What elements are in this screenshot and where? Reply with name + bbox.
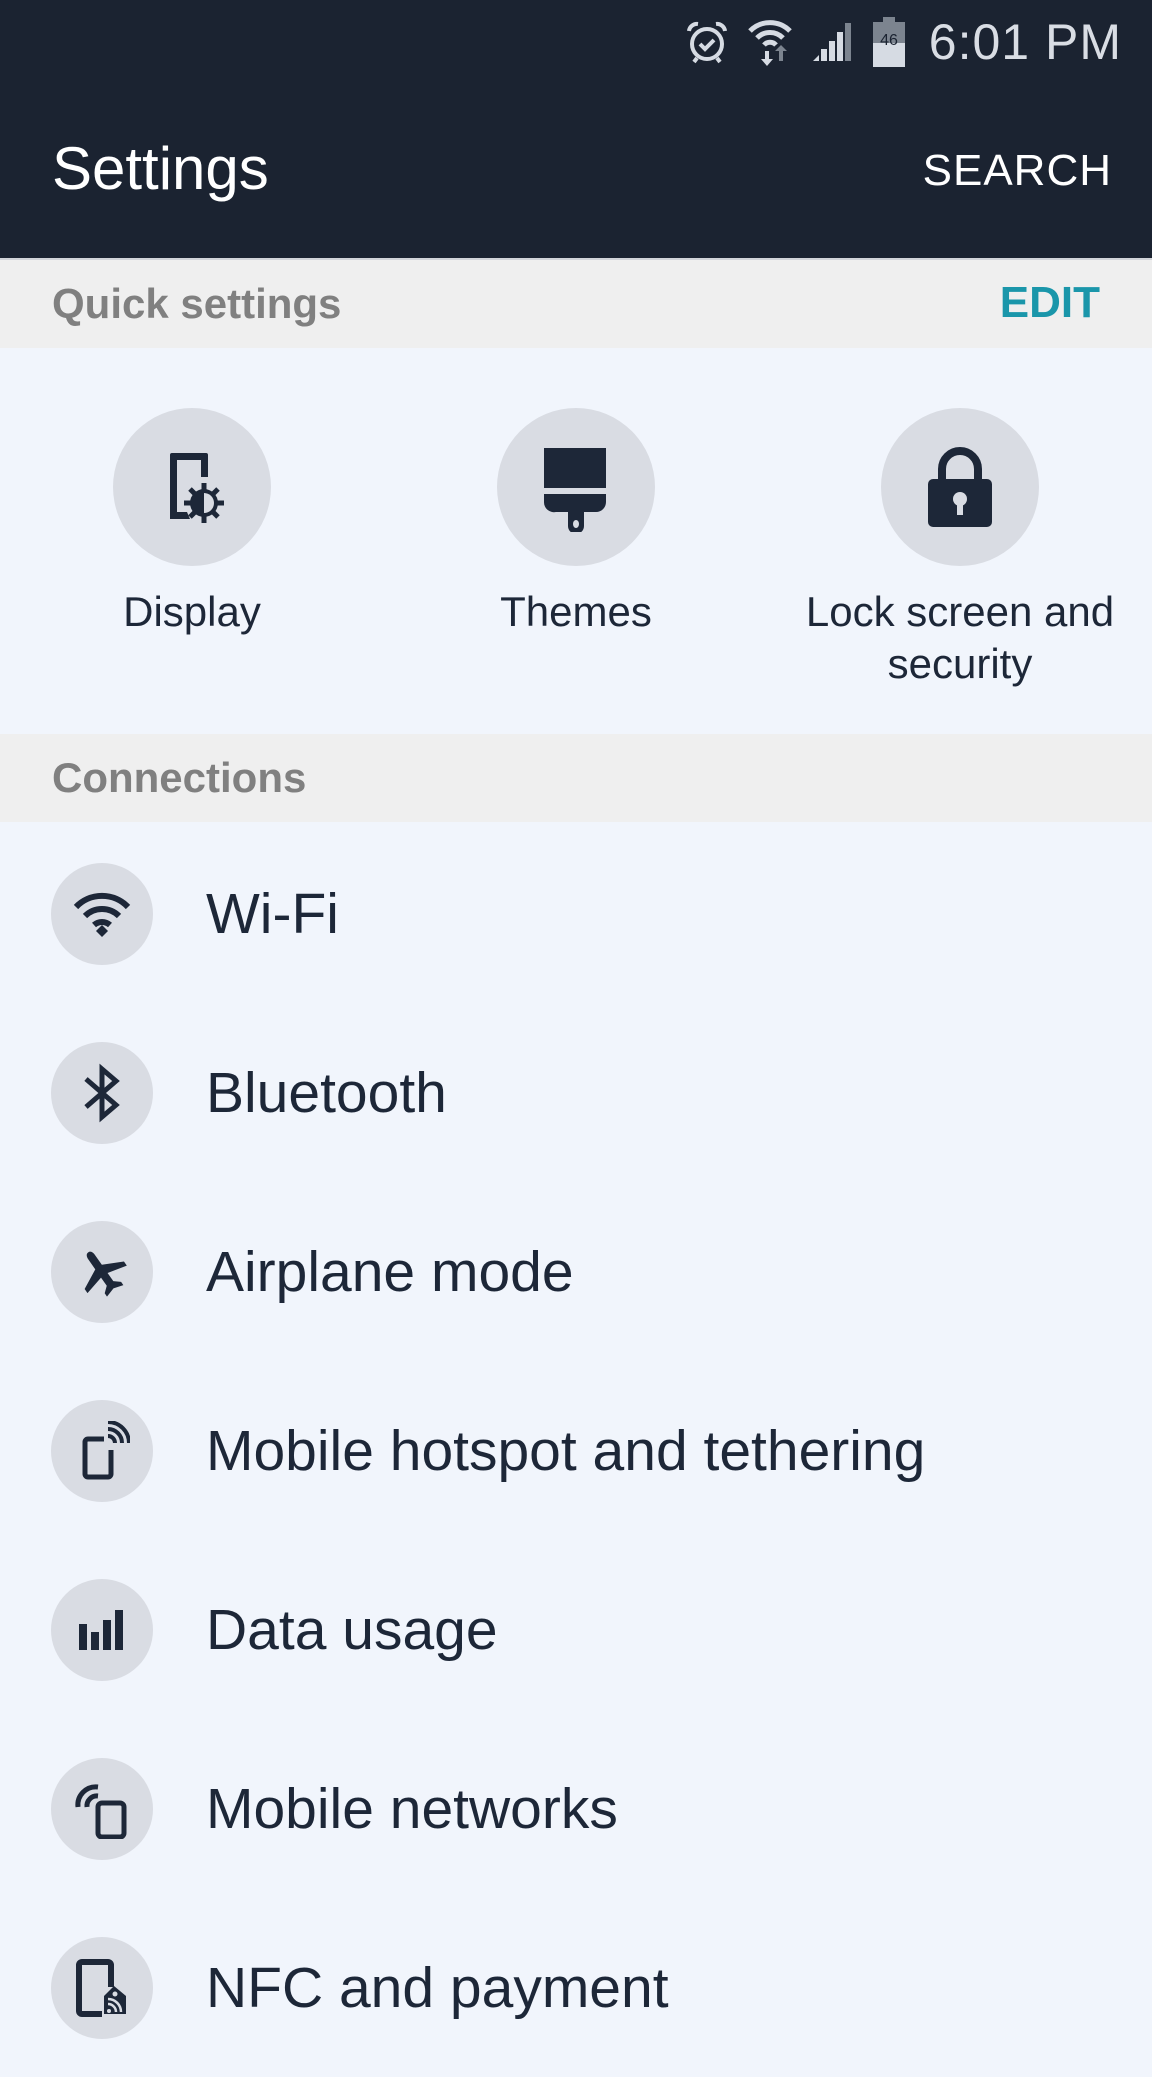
nfc-icon xyxy=(76,1958,126,2017)
quick-setting-label: Display xyxy=(123,588,261,635)
edit-button[interactable]: EDIT xyxy=(1000,278,1100,328)
quick-setting-label: Lock screen and security xyxy=(805,588,1115,687)
quick-setting-themes[interactable]: Themes xyxy=(384,408,768,638)
list-item-label: Bluetooth xyxy=(206,1060,447,1125)
quick-setting-lock-screen[interactable]: Lock screen and security xyxy=(768,408,1152,690)
mobile-networks-icon xyxy=(75,1783,127,1839)
list-item-mobile-hotspot[interactable]: Mobile hotspot and tethering xyxy=(0,1361,1152,1540)
list-item-airplane-mode[interactable]: Airplane mode xyxy=(0,1182,1152,1361)
list-item-bluetooth[interactable]: Bluetooth xyxy=(0,1003,1152,1182)
icon-circle xyxy=(51,1757,153,1860)
list-item-data-usage[interactable]: Data usage xyxy=(0,1540,1152,1719)
icon-circle xyxy=(51,1936,153,2039)
quick-setting-display[interactable]: Display xyxy=(0,408,384,638)
icon-circle xyxy=(51,1220,153,1323)
battery-icon: 46 xyxy=(872,17,905,67)
search-button[interactable]: SEARCH xyxy=(923,146,1112,196)
list-item-label: Wi-Fi xyxy=(206,881,339,946)
icon-circle xyxy=(881,408,1039,566)
status-time: 6:01 PM xyxy=(928,14,1122,70)
lock-icon xyxy=(928,447,992,527)
list-item-wifi[interactable]: Wi-Fi xyxy=(0,824,1152,1003)
quick-setting-label: Themes xyxy=(500,588,652,635)
bluetooth-icon xyxy=(84,1063,120,1122)
paintbrush-icon xyxy=(543,448,606,532)
icon-circle xyxy=(51,1578,153,1681)
list-item-label: Mobile networks xyxy=(206,1776,618,1841)
icon-circle xyxy=(51,1041,153,1144)
icon-circle xyxy=(113,408,271,566)
svg-text:46: 46 xyxy=(880,32,898,49)
cellular-signal-icon xyxy=(812,23,851,61)
page-title: Settings xyxy=(52,135,269,202)
icon-circle xyxy=(51,1399,153,1502)
list-item-label: Airplane mode xyxy=(206,1239,574,1304)
alarm-icon xyxy=(686,21,727,64)
list-item-label: NFC and payment xyxy=(206,1955,669,2020)
hotspot-icon xyxy=(82,1420,130,1479)
airplane-icon xyxy=(84,1251,127,1297)
wifi-icon xyxy=(73,892,131,937)
section-label: Connections xyxy=(52,754,307,801)
quick-settings-header: Quick settings EDIT xyxy=(0,258,1152,348)
icon-circle xyxy=(497,408,655,566)
list-item-nfc[interactable]: NFC and payment xyxy=(0,1898,1152,2077)
wifi-data-icon xyxy=(747,20,792,66)
app-header: 46 6:01 PM Settings SEARCH xyxy=(0,0,1152,258)
display-settings-icon xyxy=(170,453,224,523)
data-usage-icon xyxy=(79,1609,123,1650)
connections-header: Connections xyxy=(0,734,1152,822)
list-item-label: Data usage xyxy=(206,1597,498,1662)
list-item-label: Mobile hotspot and tethering xyxy=(206,1418,926,1483)
list-item-mobile-networks[interactable]: Mobile networks xyxy=(0,1719,1152,1898)
status-bar: 46 6:01 PM xyxy=(685,10,1122,74)
icon-circle xyxy=(51,862,153,965)
section-label: Quick settings xyxy=(52,280,342,327)
